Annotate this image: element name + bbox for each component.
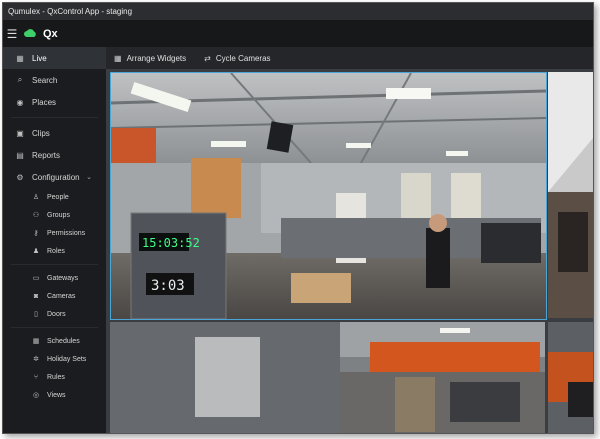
- sidebar-item-people[interactable]: ♙ People: [3, 188, 106, 206]
- grid-icon: ▦: [114, 53, 122, 63]
- key-icon: ⚷: [33, 230, 39, 237]
- sidebar-item-label: Gateways: [47, 274, 79, 282]
- clip-icon: ▣: [16, 128, 24, 138]
- sidebar-item-schedules[interactable]: ▦ Schedules: [3, 332, 106, 350]
- sidebar-item-reports[interactable]: ▤ Reports: [3, 144, 106, 166]
- holiday-icon: ✲: [33, 356, 39, 363]
- camera-icon: ◙: [33, 292, 39, 300]
- camera-feed-lower[interactable]: [110, 322, 545, 433]
- sidebar-item-label: Schedules: [47, 337, 80, 345]
- cycle-cameras-label: Cycle Cameras: [215, 53, 271, 63]
- sidebar-item-groups[interactable]: ⚇ Groups: [3, 206, 106, 224]
- sidebar-item-gateways[interactable]: ▭ Gateways: [3, 269, 106, 287]
- sidebar-divider: [11, 117, 98, 118]
- clock-display: 15:03:52: [142, 236, 200, 250]
- arrange-widgets-label: Arrange Widgets: [126, 53, 187, 63]
- sidebar-item-cameras[interactable]: ◙ Cameras: [3, 287, 106, 305]
- sidebar-item-rules[interactable]: ⑂ Rules: [3, 368, 106, 386]
- sidebar-item-label: Cameras: [47, 292, 76, 300]
- app-window: Qumulex - QxControl App - staging ☰ Qx ▦…: [2, 2, 594, 434]
- sidebar-item-label: Permissions: [47, 229, 86, 237]
- sidebar-item-label: Groups: [47, 211, 70, 219]
- cycle-cameras-button[interactable]: ⇄ Cycle Cameras: [204, 54, 270, 63]
- sidebar-item-label: Holiday Sets: [47, 355, 87, 363]
- warehouse-scene: 15:03:52 3:03: [111, 73, 546, 319]
- brand-logo: Qx: [43, 27, 58, 40]
- roles-icon: ♟: [32, 248, 40, 255]
- sidebar-divider: [11, 327, 98, 328]
- schedule-icon: ▦: [32, 338, 40, 345]
- lower-scene: [110, 322, 545, 433]
- grid-icon: ▦: [16, 53, 24, 63]
- sidebar-item-configuration[interactable]: ⚙ Configuration ⌄: [3, 166, 106, 188]
- app-bar: ☰ Qx: [3, 20, 593, 47]
- corner-scene: [548, 322, 593, 433]
- hamburger-icon[interactable]: ☰: [3, 20, 21, 47]
- window-title: Qumulex - QxControl App - staging: [3, 3, 593, 20]
- camera-feed-side[interactable]: [548, 72, 593, 318]
- camera-feed-corner[interactable]: [548, 322, 593, 433]
- person-icon: ♙: [32, 194, 40, 201]
- gateway-icon: ▭: [32, 275, 40, 282]
- eye-icon: ◎: [32, 392, 40, 399]
- report-icon: ▤: [16, 150, 24, 160]
- rules-icon: ⑂: [33, 373, 39, 381]
- sidebar-item-label: Live: [32, 53, 47, 63]
- camera-grid: 15:03:52 3:03: [106, 69, 593, 433]
- group-icon: ⚇: [32, 212, 40, 219]
- toolbar: ▦ Arrange Widgets ⇄ Cycle Cameras: [106, 47, 593, 69]
- cloud-icon: [21, 20, 39, 47]
- sidebar-item-doors[interactable]: ▯ Doors: [3, 305, 106, 323]
- sidebar-item-label: Reports: [32, 150, 61, 160]
- sidebar-item-views[interactable]: ◎ Views: [3, 386, 106, 404]
- cycle-icon: ⇄: [204, 53, 211, 63]
- gear-icon: ⚙: [16, 172, 24, 182]
- sidebar-item-permissions[interactable]: ⚷ Permissions: [3, 224, 106, 242]
- sidebar-item-places[interactable]: ◉ Places: [3, 91, 106, 113]
- sidebar-item-roles[interactable]: ♟ Roles: [3, 242, 106, 260]
- sidebar: ▦ Live ⌕ Search ◉ Places ▣ Clips ▤ Repor…: [3, 47, 106, 433]
- location-pin-icon: ◉: [16, 97, 24, 107]
- chevron-down-icon: ⌄: [86, 174, 92, 181]
- search-icon: ⌕: [17, 75, 23, 84]
- sidebar-item-label: Search: [32, 75, 58, 85]
- sidebar-item-label: Places: [32, 97, 57, 107]
- arrange-widgets-button[interactable]: ▦ Arrange Widgets: [114, 54, 186, 63]
- door-icon: ▯: [34, 311, 38, 318]
- sidebar-item-live[interactable]: ▦ Live: [3, 47, 106, 69]
- sidebar-item-label: Views: [47, 391, 66, 399]
- camera-feed-main[interactable]: 15:03:52 3:03: [110, 72, 547, 320]
- sidebar-item-label: People: [47, 193, 69, 201]
- sidebar-item-clips[interactable]: ▣ Clips: [3, 122, 106, 144]
- sidebar-item-label: Doors: [47, 310, 66, 318]
- sidebar-item-search[interactable]: ⌕ Search: [3, 69, 106, 91]
- counter-display: 3:03: [151, 278, 185, 294]
- sidebar-item-label: Clips: [32, 128, 50, 138]
- sidebar-item-label: Roles: [47, 247, 65, 255]
- sidebar-item-holiday-sets[interactable]: ✲ Holiday Sets: [3, 350, 106, 368]
- sidebar-item-label: Rules: [47, 373, 65, 381]
- sidebar-item-label: Configuration: [32, 172, 80, 182]
- side-scene: [548, 72, 593, 318]
- sidebar-divider: [11, 264, 98, 265]
